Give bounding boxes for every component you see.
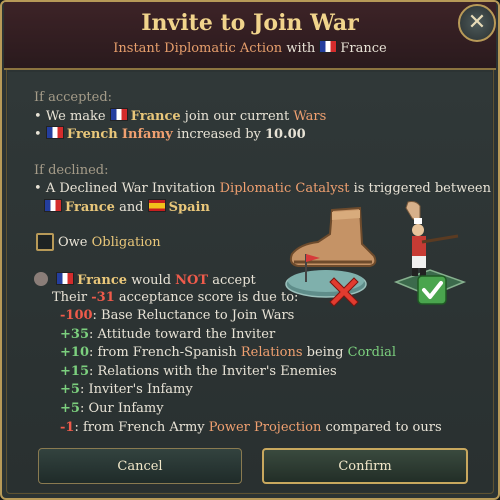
factor-value: +15 [60, 363, 89, 379]
acceptance-factor: +10: from French-Spanish Relations being… [60, 345, 396, 360]
factor-text: : from French Army [74, 419, 209, 435]
cancel-button[interactable]: Cancel [38, 448, 242, 484]
spain-flag-icon [147, 199, 166, 212]
france-flag-icon [319, 40, 338, 53]
infamy-link[interactable]: Infamy [122, 127, 173, 142]
if-declined-header: If declined: [34, 163, 109, 178]
acceptance-factor: +35: Attitude toward the Inviter [60, 327, 275, 342]
verdict-text: would [131, 273, 172, 288]
factor-text: : Base Reluctance to Join Wars [92, 308, 295, 323]
infamy-value: 10.00 [265, 127, 306, 142]
score-text: Their [52, 290, 88, 305]
hand-icon [405, 201, 421, 221]
acceptance-score: -31 [91, 290, 115, 305]
accepted-line-infamy: • French Infamy increased by 10.00 [34, 126, 306, 142]
subtitle-action: Instant Diplomatic Action [113, 41, 283, 56]
acceptance-verdict: France would NOT accept [34, 272, 256, 288]
declined-line-text: is triggered between [353, 181, 491, 196]
france-flag-icon [45, 126, 64, 139]
france-flag-icon [44, 199, 62, 212]
soldier-illustration [393, 201, 467, 305]
accepted-line-join: • We make France join our current Wars [34, 108, 326, 124]
unhappy-face-icon [34, 272, 48, 286]
declined-line-text: A Declined War Invitation [45, 181, 216, 196]
factor-text: : Attitude toward the Inviter [88, 326, 276, 342]
country-france[interactable]: France [131, 109, 181, 124]
acceptance-score-line: Their -31 acceptance score is due to: [52, 290, 298, 305]
acceptance-factor: +5: Inviter's Infamy [60, 382, 193, 397]
verdict-negation: NOT [175, 273, 209, 288]
diplomatic-catalyst-link[interactable]: Diplomatic Catalyst [220, 181, 350, 196]
bullet: • [34, 127, 42, 142]
factor-text: : Relations with the Inviter's Enemies [88, 363, 337, 379]
factor-text: : Inviter's Infamy [79, 382, 193, 398]
accepted-line-text: increased by [176, 127, 261, 142]
factor-text: being [302, 345, 348, 361]
france-flag-icon [56, 272, 75, 285]
wars-link[interactable]: Wars [293, 109, 326, 124]
accepted-line-text: join our current [184, 109, 290, 124]
country-french[interactable]: French [67, 127, 118, 142]
accepted-line-text: We make [45, 109, 106, 124]
dialog-header: Invite to Join War Instant Diplomatic Ac… [4, 2, 496, 70]
acceptance-factor: +15: Relations with the Inviter's Enemie… [60, 364, 337, 379]
invite-to-join-war-dialog: Invite to Join War Instant Diplomatic Ac… [0, 0, 500, 500]
factor-text: : from French-Spanish [88, 345, 241, 361]
acceptance-factor: +5: Our Infamy [60, 401, 164, 416]
acceptance-factor: -100: Base Reluctance to Join Wars [60, 308, 294, 323]
bullet: • [34, 109, 42, 124]
close-icon: ✕ [467, 10, 487, 35]
factor-value: +5 [60, 401, 80, 416]
country-france[interactable]: France [65, 200, 115, 215]
factor-text: compared to ours [321, 419, 442, 435]
factor-value: +5 [60, 382, 80, 398]
factor-value: +10 [60, 345, 89, 361]
conjunction: and [119, 200, 144, 215]
if-accepted-header: If accepted: [34, 90, 113, 105]
dialog-subtitle: Instant Diplomatic Action with France [4, 40, 496, 56]
confirm-button[interactable]: Confirm [262, 448, 468, 484]
country-spain[interactable]: Spain [169, 200, 210, 215]
factor-value: -100 [60, 308, 93, 323]
close-button[interactable]: ✕ [458, 4, 496, 42]
boot-icon [289, 206, 377, 267]
factor-value: -1 [60, 419, 75, 435]
verdict-text: accept [212, 273, 256, 288]
france-flag-icon [109, 108, 128, 121]
green-check-icon [417, 275, 447, 305]
owe-obligation-checkbox[interactable] [36, 233, 54, 251]
subtitle-with: with [286, 41, 316, 56]
bullet: • [34, 181, 42, 196]
dialog-title: Invite to Join War [141, 10, 359, 36]
factor-link[interactable]: Relations [241, 345, 303, 360]
owe-obligation-label: Owe Obligation [58, 235, 161, 250]
acceptance-factor: -1: from French Army Power Projection co… [60, 420, 442, 435]
factor-link[interactable]: Power Projection [209, 420, 322, 435]
factor-value: +35 [60, 326, 89, 342]
obligation-link[interactable]: Obligation [92, 235, 161, 250]
declined-line-catalyst: • A Declined War Invitation Diplomatic C… [34, 181, 491, 196]
score-text: acceptance score is due to: [118, 290, 299, 305]
factor-link[interactable]: Cordial [348, 345, 396, 360]
factor-text: : Our Infamy [79, 401, 164, 416]
country-france[interactable]: France [77, 273, 127, 288]
subtitle-country: France [340, 41, 387, 56]
soldier-icon [412, 218, 459, 276]
declined-line-countries: France and Spain [44, 199, 210, 215]
obligation-text: Owe [58, 235, 88, 250]
